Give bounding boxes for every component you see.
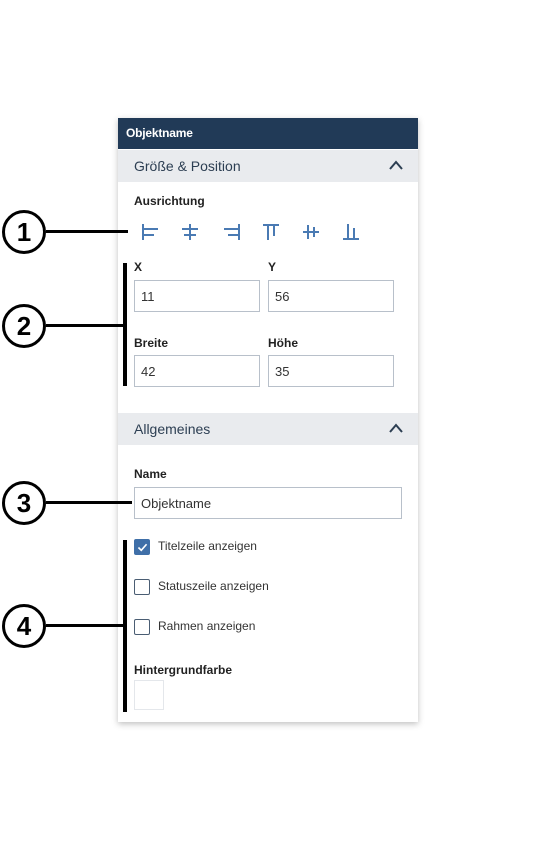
height-label: Höhe <box>268 336 298 350</box>
background-color-label: Hintergrundfarbe <box>134 663 233 677</box>
width-input[interactable] <box>134 355 260 387</box>
callout-4-bracket <box>123 540 127 712</box>
statusbar-checkbox-label[interactable]: Statuszeile anzeigen <box>158 579 269 593</box>
align-bottom-icon[interactable] <box>340 222 362 242</box>
section-general-header[interactable]: Allgemeines <box>118 413 418 445</box>
align-right-icon[interactable] <box>220 222 242 242</box>
alignment-label: Ausrichtung <box>134 194 205 208</box>
callout-4: 4 <box>2 604 46 648</box>
section-size-position-label: Größe & Position <box>134 158 241 174</box>
panel-title: Objektname <box>118 118 418 149</box>
align-center-horizontal-icon[interactable] <box>179 222 201 242</box>
border-checkbox-label[interactable]: Rahmen anzeigen <box>158 619 255 633</box>
callout-3-leader <box>46 501 132 504</box>
callout-2: 2 <box>2 304 46 348</box>
width-label: Breite <box>134 336 169 350</box>
callout-3: 3 <box>2 481 46 525</box>
statusbar-checkbox[interactable] <box>134 579 150 595</box>
callout-1-leader <box>46 230 128 233</box>
y-label: Y <box>268 260 277 274</box>
x-input[interactable] <box>134 280 260 312</box>
name-input[interactable] <box>134 487 402 519</box>
border-checkbox[interactable] <box>134 619 150 635</box>
x-label: X <box>134 260 143 274</box>
callout-2-leader <box>46 324 126 327</box>
callout-1: 1 <box>2 210 46 254</box>
background-color-swatch[interactable] <box>134 680 164 710</box>
callout-2-bracket <box>123 263 127 386</box>
titlebar-checkbox[interactable] <box>134 539 150 555</box>
align-center-vertical-icon[interactable] <box>300 222 322 242</box>
chevron-up-icon[interactable] <box>388 422 404 434</box>
name-label: Name <box>134 467 167 481</box>
align-left-icon[interactable] <box>140 222 162 242</box>
checkmark-icon <box>137 543 147 552</box>
y-input[interactable] <box>268 280 394 312</box>
titlebar-checkbox-label[interactable]: Titelzeile anzeigen <box>158 539 257 553</box>
properties-panel: Objektname Größe & Position Ausrichtung <box>118 118 418 722</box>
chevron-up-icon[interactable] <box>388 159 404 171</box>
callout-4-leader <box>46 624 126 627</box>
section-size-position-header[interactable]: Größe & Position <box>118 150 418 182</box>
height-input[interactable] <box>268 355 394 387</box>
align-top-icon[interactable] <box>260 222 282 242</box>
section-general-label: Allgemeines <box>134 421 211 437</box>
